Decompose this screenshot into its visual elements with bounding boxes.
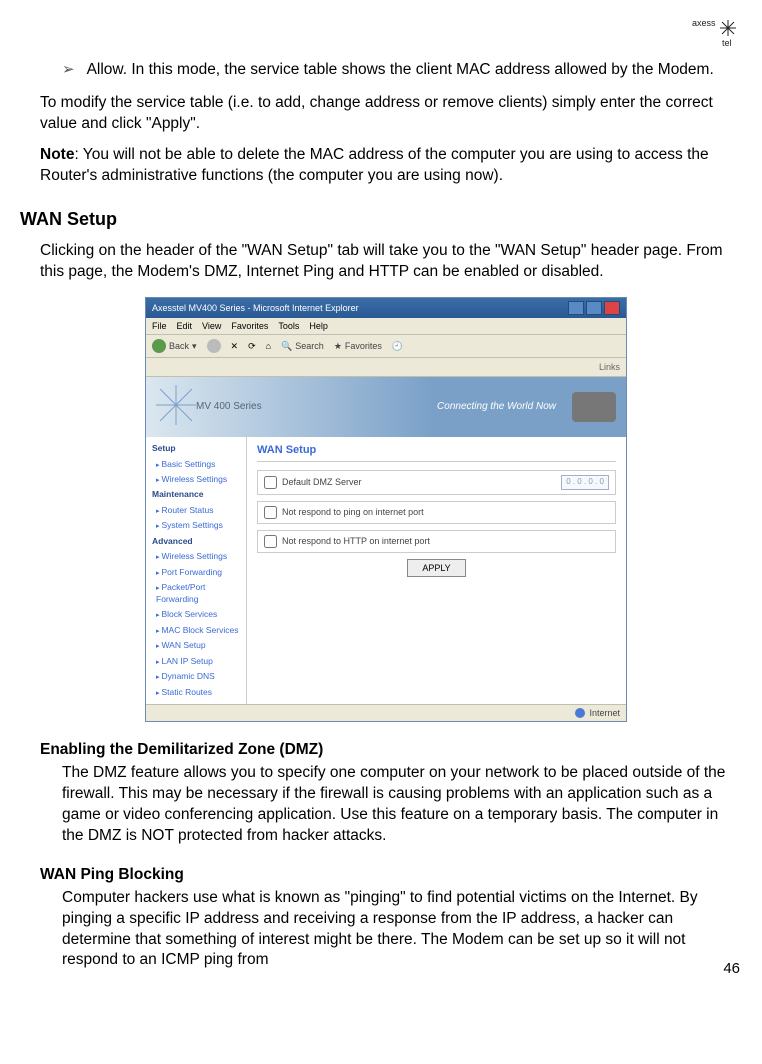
browser-menubar: File Edit View Favorites Tools Help <box>146 318 626 335</box>
screenshot-wan-setup: Axesstel MV400 Series - Microsoft Intern… <box>145 297 627 722</box>
menu-edit[interactable]: Edit <box>177 320 193 332</box>
history-icon[interactable]: 🕘 <box>392 340 403 352</box>
product-name: MV 400 Series <box>196 400 262 414</box>
sidebar-item-system-settings[interactable]: System Settings <box>146 518 246 533</box>
para-dmz: The DMZ feature allows you to specify on… <box>62 763 732 847</box>
internet-icon <box>575 708 585 718</box>
label-http: Not respond to HTTP on internet port <box>282 535 430 547</box>
minimize-icon[interactable] <box>568 301 584 315</box>
home-icon[interactable]: ⌂ <box>266 340 271 352</box>
row-http: Not respond to HTTP on internet port <box>257 530 616 553</box>
svg-text:tel: tel <box>722 38 732 48</box>
sidebar-group-maintenance: Maintenance <box>146 487 246 502</box>
brand-logo: axess tel <box>692 16 738 50</box>
dmz-ip-field[interactable]: 0 . 0 . 0 . 0 <box>561 475 609 490</box>
sidebar-item-lan-ip[interactable]: LAN IP Setup <box>146 654 246 669</box>
label-ping: Not respond to ping on internet port <box>282 506 424 518</box>
page-number: 46 <box>723 959 740 979</box>
sidebar-item-static-routes[interactable]: Static Routes <box>146 685 246 700</box>
row-ping: Not respond to ping on internet port <box>257 501 616 524</box>
sidebar-item-wireless-settings[interactable]: Wireless Settings <box>146 472 246 487</box>
browser-statusbar: Internet <box>146 704 626 721</box>
heading-ping: WAN Ping Blocking <box>40 865 732 886</box>
banner-tagline: Connecting the World Now <box>437 400 556 414</box>
row-dmz: Default DMZ Server 0 . 0 . 0 . 0 <box>257 470 616 495</box>
bullet-allow: Allow. In this mode, the service table s… <box>90 60 732 81</box>
para-modify-table: To modify the service table (i.e. to add… <box>40 93 732 135</box>
svg-text:axess: axess <box>692 18 716 28</box>
star-icon <box>154 383 198 427</box>
para-wan-intro: Clicking on the header of the "WAN Setup… <box>40 241 732 283</box>
label-dmz: Default DMZ Server <box>282 476 362 488</box>
sidebar-item-adv-wireless[interactable]: Wireless Settings <box>146 549 246 564</box>
para-note: Note: You will not be able to delete the… <box>40 145 732 187</box>
window-controls <box>568 301 620 315</box>
status-text: Internet <box>589 707 620 719</box>
search-button[interactable]: 🔍 Search <box>281 340 324 352</box>
para-ping: Computer hackers use what is known as "p… <box>62 888 732 972</box>
page-banner: MV 400 Series Connecting the World Now <box>146 377 626 437</box>
sidebar-item-port-forwarding[interactable]: Port Forwarding <box>146 565 246 580</box>
checkbox-http[interactable] <box>264 535 277 548</box>
window-title: Axesstel MV400 Series - Microsoft Intern… <box>152 302 359 314</box>
maximize-icon[interactable] <box>586 301 602 315</box>
sidebar-item-router-status[interactable]: Router Status <box>146 503 246 518</box>
stop-icon[interactable]: ✕ <box>231 340 239 352</box>
menu-help[interactable]: Help <box>309 320 328 332</box>
close-icon[interactable] <box>604 301 620 315</box>
sidebar-item-packet-port[interactable]: Packet/Port Forwarding <box>146 580 246 607</box>
sidebar-item-basic-settings[interactable]: Basic Settings <box>146 457 246 472</box>
checkbox-ping[interactable] <box>264 506 277 519</box>
sidebar-item-wan-setup[interactable]: WAN Setup <box>146 638 246 653</box>
sidebar-group-setup: Setup <box>146 441 246 456</box>
menu-tools[interactable]: Tools <box>278 320 299 332</box>
favorites-button[interactable]: ★ Favorites <box>334 340 382 352</box>
sidebar-item-mac-block[interactable]: MAC Block Services <box>146 623 246 638</box>
apply-button[interactable]: APPLY <box>407 559 465 577</box>
menu-file[interactable]: File <box>152 320 167 332</box>
heading-wan-setup: WAN Setup <box>20 207 732 231</box>
browser-toolbar: Back ▾ ✕ ⟳ ⌂ 🔍 Search ★ Favorites 🕘 <box>146 335 626 358</box>
back-icon <box>152 339 166 353</box>
forward-icon[interactable] <box>207 339 221 353</box>
pane-title: WAN Setup <box>257 443 616 462</box>
sidebar-item-block-services[interactable]: Block Services <box>146 607 246 622</box>
links-label[interactable]: Links <box>599 361 620 373</box>
back-button[interactable]: Back ▾ <box>152 339 197 353</box>
sidebar-group-advanced: Advanced <box>146 534 246 549</box>
sidebar-item-dynamic-dns[interactable]: Dynamic DNS <box>146 669 246 684</box>
checkbox-dmz[interactable] <box>264 476 277 489</box>
refresh-icon[interactable]: ⟳ <box>248 340 256 352</box>
router-icon <box>572 392 616 422</box>
menu-favorites[interactable]: Favorites <box>231 320 268 332</box>
menu-view[interactable]: View <box>202 320 221 332</box>
heading-dmz: Enabling the Demilitarized Zone (DMZ) <box>40 740 732 761</box>
settings-sidebar: Setup Basic Settings Wireless Settings M… <box>146 437 247 704</box>
